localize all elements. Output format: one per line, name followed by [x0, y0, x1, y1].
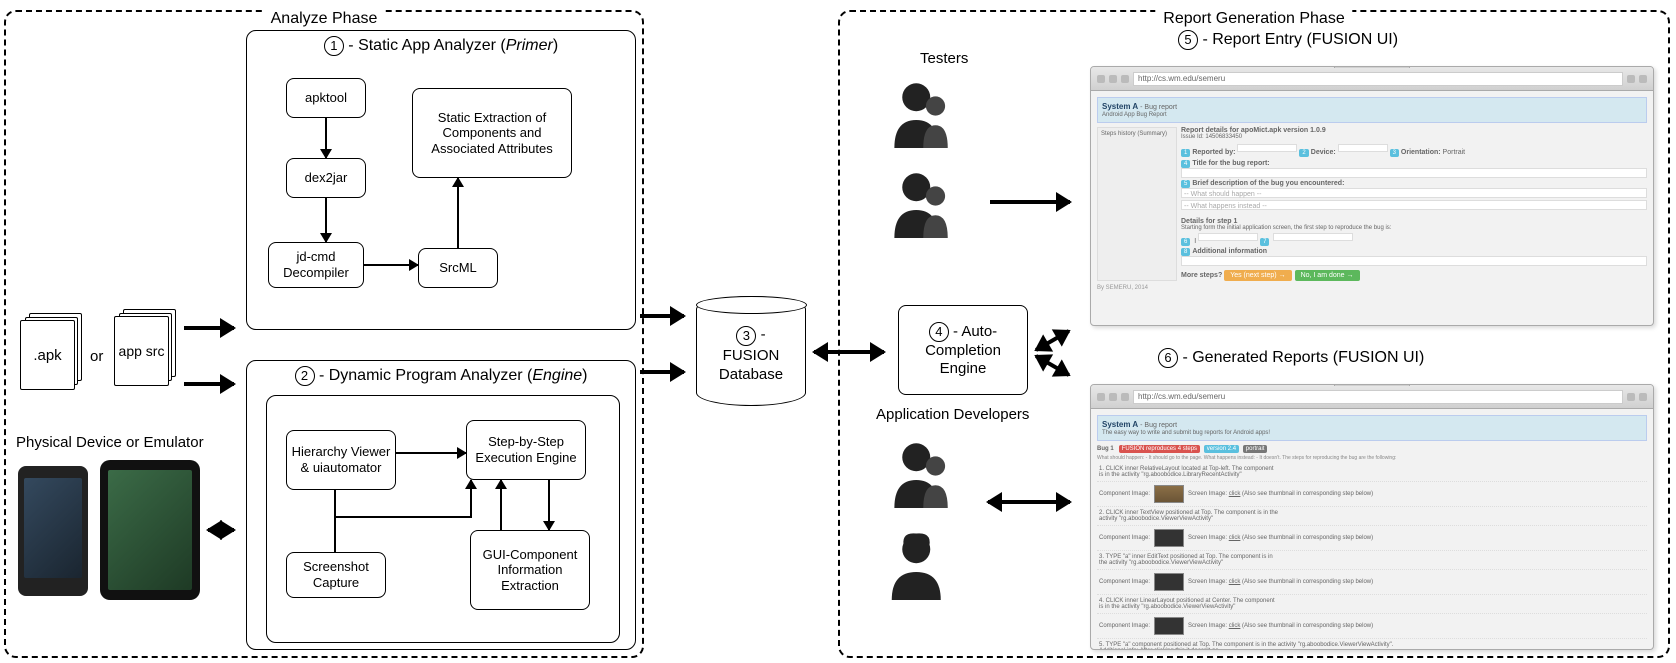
arrow-mid-step [470, 480, 472, 518]
arrow-devs-ui [988, 500, 1070, 504]
or-label: or [90, 348, 103, 365]
arrow-jdcmd-srcml [364, 264, 418, 266]
line-hierarchy-screenshot-v [334, 490, 336, 552]
arrow-step-gui-down [548, 480, 550, 530]
gui-extract-box: GUI-Component Information Extraction [470, 530, 590, 610]
device-label: Physical Device or Emulator [16, 434, 204, 451]
browser-chrome-5: http://cs.wm.edu/semeru [1091, 67, 1653, 91]
component-5-title: 5 - Report Entry (FUSION UI) [1178, 30, 1398, 50]
num-1: 1 [324, 36, 344, 56]
testers-label: Testers [920, 50, 968, 67]
devs-label: Application Developers [876, 406, 1029, 423]
arrow-apktool-dex2jar [325, 118, 327, 158]
phone-icon [18, 466, 88, 596]
report-entry-browser: FUSION http://cs.wm.edu/semeru System A … [1090, 66, 1654, 326]
component-6-title: 6 - Generated Reports (FUSION UI) [1158, 348, 1424, 368]
static-extract-box: Static Extraction of Components and Asso… [412, 88, 572, 178]
arrow-hierarchy-step [396, 452, 466, 454]
arrow-dynamic-db [640, 370, 684, 374]
tablet-icon [100, 460, 200, 600]
num-2: 2 [295, 366, 315, 386]
arrow-srcml-extract [457, 178, 459, 248]
report-phase-label: Report Generation Phase [1155, 10, 1352, 28]
appsrc-doc: app src [114, 316, 169, 386]
arrow-doc-dynamic [184, 382, 234, 386]
hierarchy-box: Hierarchy Viewer & uiautomator [286, 430, 396, 490]
screenshot-box: Screenshot Capture [286, 552, 386, 598]
arrow-gui-step-up [500, 480, 502, 530]
component-2-title: 2 - Dynamic Program Analyzer (Engine) [247, 366, 635, 386]
jdcmd-box: jd-cmd Decompiler [268, 242, 364, 288]
apk-doc: .apk [20, 320, 75, 390]
fusion-db: 3 -FUSION Database [696, 296, 806, 406]
auto-completion-box: 4 - Auto-CompletionEngine [898, 305, 1028, 395]
arrow-doc-static [184, 326, 234, 330]
tester-person-1 [880, 78, 970, 148]
step-exec-box: Step-by-Step Execution Engine [466, 420, 586, 480]
dex2jar-box: dex2jar [286, 158, 366, 198]
arrow-static-db [640, 314, 684, 318]
dev-person-2 [880, 530, 970, 600]
analyze-phase-label: Analyze Phase [263, 10, 386, 28]
component-1-title: 1 - Static App Analyzer (Primer) [247, 36, 635, 56]
line-hierarchy-gui-h [334, 516, 470, 518]
srcml-box: SrcML [418, 248, 498, 288]
arrow-testers-ui [990, 200, 1070, 204]
apktool-box: apktool [286, 78, 366, 118]
tester-person-2 [880, 168, 970, 238]
generated-reports-browser: FUSION http://cs.wm.edu/semeru System A … [1090, 384, 1654, 650]
arrow-device-dynamic [208, 528, 234, 532]
dev-person-1 [880, 438, 970, 508]
browser-chrome-6: http://cs.wm.edu/semeru [1091, 385, 1653, 409]
arrow-dex2jar-jdcmd [325, 198, 327, 242]
